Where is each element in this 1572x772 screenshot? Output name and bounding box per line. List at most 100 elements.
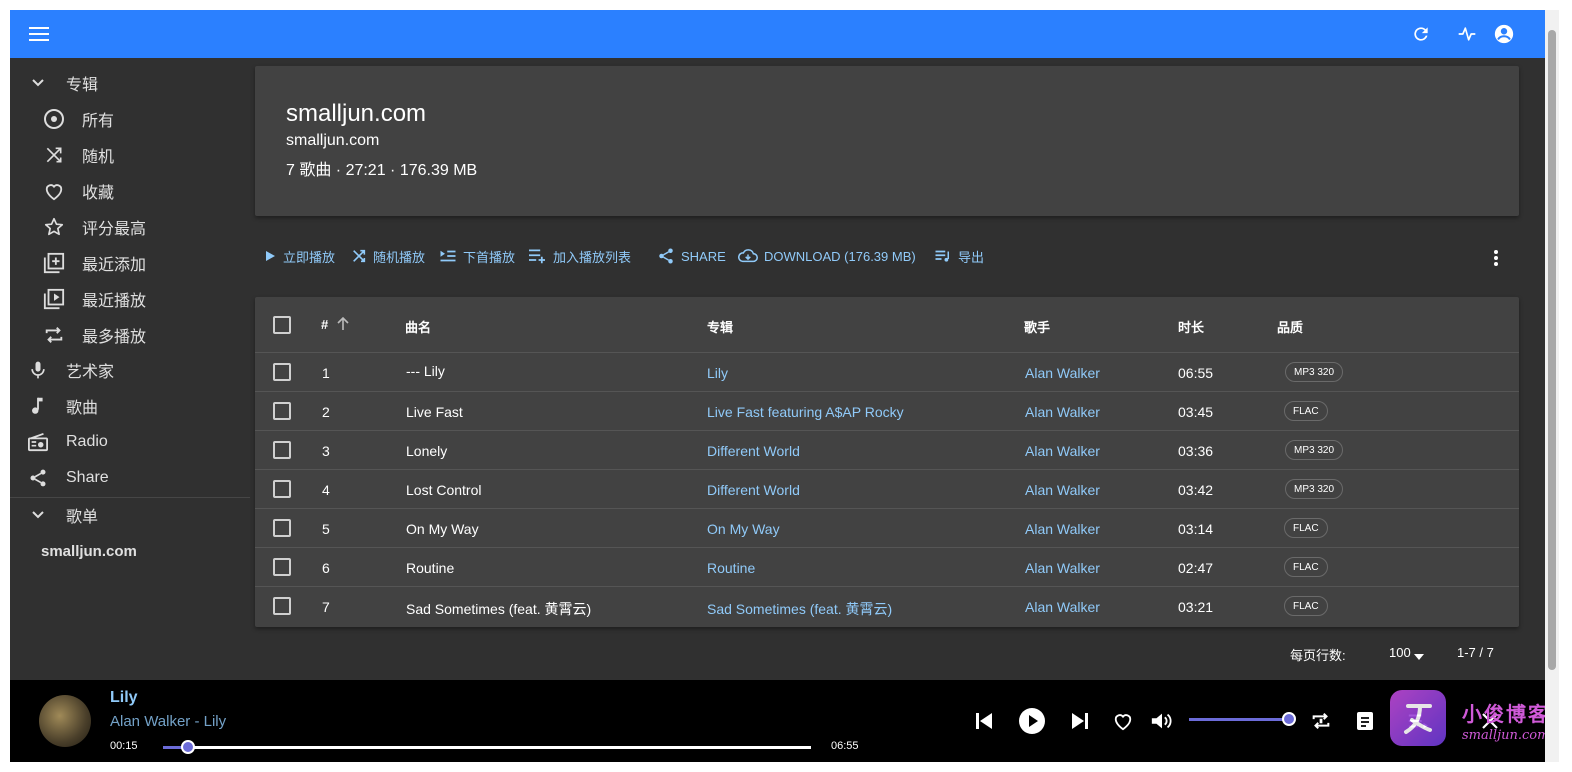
player-track-title[interactable]: Lily <box>110 689 138 707</box>
row-checkbox[interactable] <box>273 597 291 615</box>
export-button[interactable]: 导出 <box>934 244 984 268</box>
progress-bar[interactable] <box>163 746 811 749</box>
cell-album[interactable]: Different World <box>707 443 800 459</box>
album-cover[interactable] <box>39 695 91 747</box>
sidebar-albums-header[interactable]: 专辑 <box>10 65 250 101</box>
sidebar-item-share[interactable]: Share <box>10 460 250 496</box>
rows-per-page-label: 每页行数: <box>1290 648 1346 663</box>
skip-previous-icon[interactable] <box>970 707 998 735</box>
microphone-icon <box>26 358 50 382</box>
volume-handle[interactable] <box>1282 712 1296 726</box>
sidebar-playlists-header[interactable]: 歌单 <box>10 497 250 533</box>
repeat-icon <box>42 323 66 347</box>
sidebar-item-top-rated[interactable]: 评分最高 <box>10 209 250 245</box>
table-row[interactable]: 1 --- Lily Lily Alan Walker 06:55 MP3 32… <box>255 353 1519 392</box>
cell-title: Sad Sometimes (feat. 黄霄云) <box>406 601 592 617</box>
sidebar-item-all[interactable]: 所有 <box>10 101 250 137</box>
sidebar-item-random[interactable]: 随机 <box>10 137 250 173</box>
sidebar-item-most-played[interactable]: 最多播放 <box>10 317 250 353</box>
cell-album[interactable]: Different World <box>707 482 800 498</box>
cell-artist[interactable]: Alan Walker <box>1025 443 1100 459</box>
play-icon[interactable] <box>1018 707 1046 735</box>
sidebar-item-artists[interactable]: 艺术家 <box>10 352 250 388</box>
table-row[interactable]: 5 On My Way On My Way Alan Walker 03:14 … <box>255 509 1519 548</box>
sidebar-item-playlist[interactable]: smalljun.com <box>10 533 250 569</box>
sidebar-item-radio[interactable]: Radio <box>10 424 250 460</box>
progress-handle[interactable] <box>181 740 195 754</box>
cell-duration: 03:21 <box>1178 599 1214 615</box>
add-to-queue-button[interactable]: 加入播放列表 <box>527 244 631 268</box>
sidebar-label: 随机 <box>82 149 115 166</box>
menu-icon[interactable] <box>27 22 51 46</box>
sidebar-item-songs[interactable]: 歌曲 <box>10 388 250 424</box>
heart-icon[interactable] <box>1109 707 1137 735</box>
row-checkbox[interactable] <box>273 480 291 498</box>
rows-per-page-select[interactable]: 100 <box>1389 645 1411 660</box>
cell-artist[interactable]: Alan Walker <box>1025 365 1100 381</box>
column-header-title[interactable]: 曲名 <box>405 317 431 336</box>
sidebar-label: Radio <box>66 433 108 450</box>
table-row[interactable]: 4 Lost Control Different World Alan Walk… <box>255 470 1519 509</box>
playlist-header-card: smalljun.com smalljun.com 7 歌曲 · 27:21 ·… <box>255 66 1519 216</box>
account-icon[interactable] <box>1492 22 1516 46</box>
share-button[interactable]: SHARE <box>657 244 726 268</box>
table-row[interactable]: 3 Lonely Different World Alan Walker 03:… <box>255 431 1519 470</box>
cell-artist[interactable]: Alan Walker <box>1025 404 1100 420</box>
cell-album[interactable]: On My Way <box>707 521 780 537</box>
cell-artist[interactable]: Alan Walker <box>1025 482 1100 498</box>
quality-chip: MP3 320 <box>1285 440 1344 460</box>
refresh-icon[interactable] <box>1409 22 1433 46</box>
cell-artist[interactable]: Alan Walker <box>1025 599 1100 615</box>
play-next-button[interactable]: 下首播放 <box>439 244 515 268</box>
player-track-artist[interactable]: Alan Walker - Lily <box>110 713 226 730</box>
export-label: 导出 <box>958 249 985 265</box>
watermark-logo <box>1390 690 1446 746</box>
activity-icon[interactable] <box>1455 22 1479 46</box>
column-header-artist[interactable]: 歌手 <box>1024 317 1050 336</box>
play-now-button[interactable]: 立即播放 <box>263 244 335 268</box>
sidebar-item-favorites[interactable]: 收藏 <box>10 173 250 209</box>
cell-album[interactable]: Routine <box>707 560 755 576</box>
share-label: SHARE <box>681 248 726 264</box>
scrollbar-thumb[interactable] <box>1548 30 1556 670</box>
table-row[interactable]: 2 Live Fast Live Fast featuring A$AP Roc… <box>255 392 1519 431</box>
row-checkbox[interactable] <box>273 519 291 537</box>
column-header-album[interactable]: 专辑 <box>707 317 733 336</box>
more-vert-icon[interactable] <box>1484 246 1508 270</box>
table-row[interactable]: 7 Sad Sometimes (feat. 黄霄云) Sad Sometime… <box>255 587 1519 626</box>
player-bar: Lily Alan Walker - Lily 00:15 06:55 <box>10 680 1545 762</box>
table-row[interactable]: 6 Routine Routine Alan Walker 02:47 FLAC <box>255 548 1519 587</box>
row-checkbox[interactable] <box>273 402 291 420</box>
cell-artist[interactable]: Alan Walker <box>1025 560 1100 576</box>
sidebar-item-recently-added[interactable]: 最近添加 <box>10 245 250 281</box>
column-header-duration[interactable]: 时长 <box>1178 317 1204 336</box>
column-header-quality[interactable]: 品质 <box>1277 317 1303 336</box>
column-header-index[interactable]: # <box>321 317 328 332</box>
lyrics-icon[interactable] <box>1351 707 1379 735</box>
cell-index: 2 <box>322 404 330 420</box>
cell-album[interactable]: Lily <box>707 365 728 381</box>
select-all-checkbox[interactable] <box>273 316 291 334</box>
sidebar-item-recently-played[interactable]: 最近播放 <box>10 281 250 317</box>
row-checkbox[interactable] <box>273 441 291 459</box>
volume-slider[interactable] <box>1189 718 1289 721</box>
repeat-icon[interactable] <box>1307 707 1335 735</box>
download-label: DOWNLOAD (176.39 MB) <box>764 248 916 264</box>
cell-duration: 03:14 <box>1178 521 1214 537</box>
arrow-drop-down-icon[interactable] <box>1414 648 1424 663</box>
app-bar <box>10 10 1545 58</box>
heart-icon <box>42 179 66 203</box>
download-button[interactable]: DOWNLOAD (176.39 MB) <box>738 244 916 268</box>
row-checkbox[interactable] <box>273 363 291 381</box>
cell-album[interactable]: Live Fast featuring A$AP Rocky <box>707 404 904 420</box>
quality-chip: MP3 320 <box>1285 479 1344 499</box>
page-scrollbar[interactable] <box>1545 10 1559 762</box>
cell-duration: 03:36 <box>1178 443 1214 459</box>
cell-artist[interactable]: Alan Walker <box>1025 521 1100 537</box>
cell-album[interactable]: Sad Sometimes (feat. 黄霄云) <box>707 599 892 619</box>
row-checkbox[interactable] <box>273 558 291 576</box>
cell-title: Live Fast <box>406 404 463 420</box>
shuffle-play-button[interactable]: 随机播放 <box>351 244 425 268</box>
skip-next-icon[interactable] <box>1066 707 1094 735</box>
volume-icon[interactable] <box>1148 707 1176 735</box>
